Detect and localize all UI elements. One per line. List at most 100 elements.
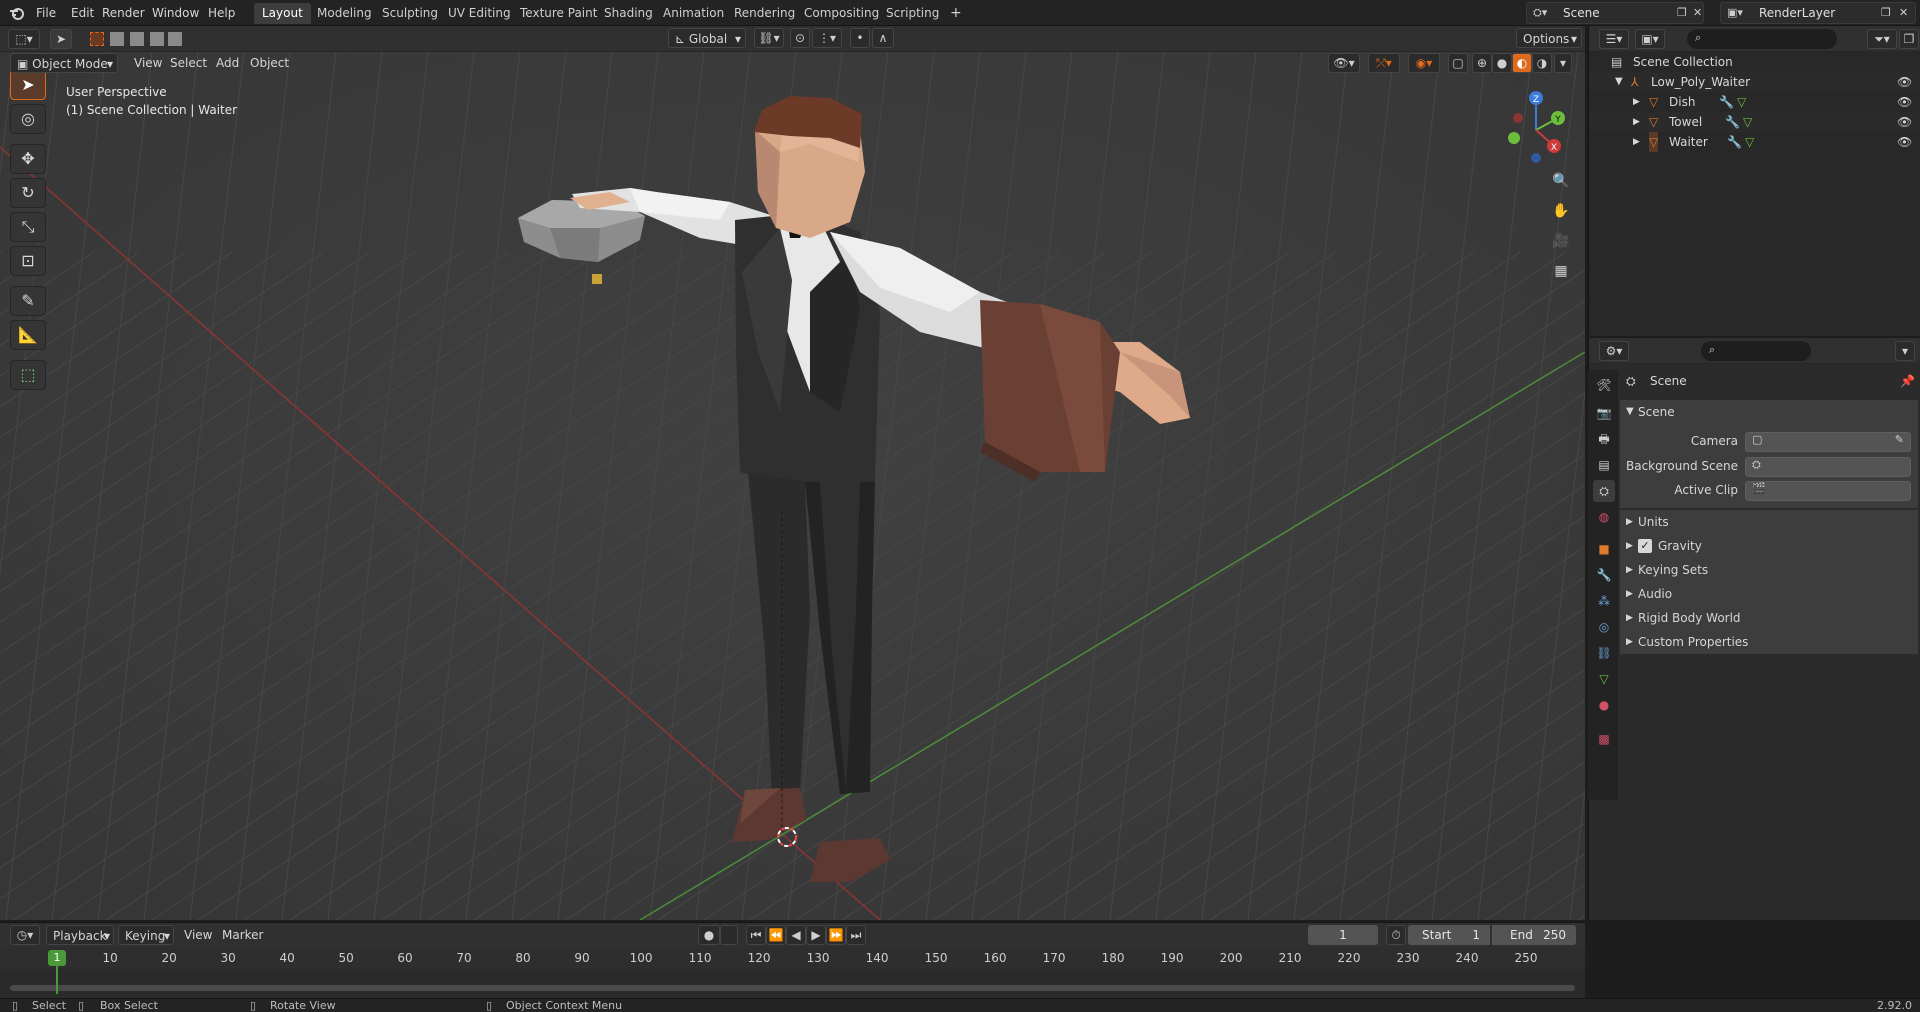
filter-icon[interactable]: ⏷▾: [1867, 29, 1897, 49]
menu-render[interactable]: Render: [98, 4, 149, 22]
jump-prev-keyframe-icon[interactable]: ⏪: [766, 925, 786, 945]
select-box-tool[interactable]: ➤: [10, 70, 46, 100]
camera-field[interactable]: ▢ ✎: [1745, 432, 1911, 452]
mesh-data-icon[interactable]: ▽: [1743, 112, 1752, 132]
current-frame-field[interactable]: 1: [1308, 925, 1378, 945]
menu-edit[interactable]: Edit: [67, 4, 98, 22]
tool-tab-icon[interactable]: 🛠: [1593, 374, 1615, 396]
units-panel-header[interactable]: ▶ Units: [1620, 510, 1918, 534]
outliner-collection-low-poly-waiter[interactable]: ▼ ⅄ Low_Poly_Waiter 👁: [1589, 72, 1920, 92]
keying-sets-panel-header[interactable]: ▶ Keying Sets: [1620, 558, 1918, 582]
tab-layout[interactable]: Layout: [254, 3, 311, 24]
play-reverse-icon[interactable]: ◀: [786, 925, 806, 945]
jump-start-icon[interactable]: ⏮: [746, 925, 766, 945]
material-shading-icon[interactable]: ◐: [1512, 53, 1532, 73]
camera-view-icon[interactable]: 🎥: [1548, 228, 1574, 254]
play-icon[interactable]: ▶: [806, 925, 826, 945]
custom-properties-panel-header[interactable]: ▶ Custom Properties: [1620, 630, 1918, 654]
pan-hand-icon[interactable]: ✋: [1548, 198, 1574, 224]
outliner-search-input[interactable]: ⌕: [1687, 29, 1837, 49]
gizmo-toggle-icon[interactable]: ⤲▾: [1368, 53, 1400, 73]
properties-options-icon[interactable]: ▾: [1895, 341, 1915, 361]
expand-arrow-icon[interactable]: ▶: [1633, 92, 1640, 112]
navigation-gizmo[interactable]: Z Y X: [1496, 86, 1576, 166]
menu-object[interactable]: Object: [244, 53, 295, 73]
jump-next-keyframe-icon[interactable]: ⏩: [826, 925, 846, 945]
mesh-data-icon[interactable]: ▽: [1737, 92, 1746, 112]
gravity-checkbox[interactable]: ✓: [1638, 539, 1652, 553]
material-tab-icon[interactable]: ●: [1593, 694, 1615, 716]
subtract-selection-icon[interactable]: [130, 32, 144, 46]
tab-shading[interactable]: Shading: [596, 3, 661, 24]
rigid-body-world-panel-header[interactable]: ▶ Rigid Body World: [1620, 606, 1918, 630]
data-tab-icon[interactable]: ▽: [1593, 668, 1615, 690]
overlay-toggle-icon[interactable]: ◉▾: [1408, 53, 1440, 73]
proportional-edit-icon[interactable]: •: [850, 28, 870, 48]
wireframe-shading-icon[interactable]: ⊕: [1472, 53, 1492, 73]
tab-uv-editing[interactable]: UV Editing: [440, 3, 519, 24]
menu-select[interactable]: Select: [164, 53, 213, 73]
scene-selector[interactable]: ⛭▾ Scene ❐ ✕: [1526, 2, 1704, 24]
zoom-icon[interactable]: 🔍: [1548, 168, 1574, 194]
set-new-selection-icon[interactable]: [90, 32, 104, 46]
select-tool-mode-icon[interactable]: ➤: [50, 29, 72, 49]
tab-compositing[interactable]: Compositing: [796, 3, 887, 24]
measure-tool[interactable]: 📐: [10, 320, 46, 350]
active-clip-field[interactable]: 🎬: [1745, 481, 1911, 501]
3d-cursor-icon[interactable]: [772, 822, 802, 852]
particles-tab-icon[interactable]: ⁂: [1593, 590, 1615, 612]
modifier-tab-icon[interactable]: 🔧: [1593, 564, 1615, 586]
render-layer-selector[interactable]: ▣▾ RenderLayer ❐ ✕: [1720, 2, 1916, 24]
render-tab-icon[interactable]: 📷: [1593, 402, 1615, 424]
outliner-item-waiter[interactable]: ▶ ▽ Waiter 🔧 ▽ 👁: [1589, 132, 1920, 152]
timeline-menu-marker[interactable]: Marker: [216, 925, 269, 945]
shading-options-icon[interactable]: ▾: [1554, 53, 1572, 73]
menu-file[interactable]: File: [32, 4, 60, 22]
playback-dropdown[interactable]: Playback ▾: [46, 925, 114, 945]
blender-logo-icon[interactable]: [8, 4, 26, 22]
snap-target-icon[interactable]: ⋮▾: [812, 28, 842, 48]
scale-tool[interactable]: ⤡: [10, 212, 46, 242]
timeline-scrollbar[interactable]: [10, 985, 1575, 991]
start-frame-field[interactable]: Start 1: [1408, 925, 1490, 945]
outliner-editor-type-icon[interactable]: ☰▾: [1599, 29, 1629, 49]
rendered-shading-icon[interactable]: ◑: [1532, 53, 1552, 73]
view-layer-tab-icon[interactable]: ▤: [1593, 454, 1615, 476]
pivot-point-icon[interactable]: ⛓▾: [754, 28, 784, 48]
scene-panel-header[interactable]: ▼ Scene: [1620, 400, 1918, 424]
tab-animation[interactable]: Animation: [655, 3, 732, 24]
tab-scripting[interactable]: Scripting: [878, 3, 947, 24]
physics-tab-icon[interactable]: ◎: [1593, 616, 1615, 638]
tab-rendering[interactable]: Rendering: [726, 3, 803, 24]
menu-window[interactable]: Window: [148, 4, 203, 22]
menu-add[interactable]: Add: [210, 53, 245, 73]
xray-toggle-icon[interactable]: ▢: [1448, 53, 1468, 73]
audio-panel-header[interactable]: ▶ Audio: [1620, 582, 1918, 606]
3d-viewport[interactable]: User Perspective (1) Scene Collection | …: [0, 52, 1585, 920]
move-tool[interactable]: ✥: [10, 144, 46, 174]
modifier-wrench-icon[interactable]: 🔧: [1727, 132, 1742, 152]
copy-scene-icon[interactable]: ❐: [1677, 6, 1687, 19]
cursor-tool[interactable]: ◎: [10, 104, 46, 134]
options-dropdown[interactable]: Options ▾: [1516, 28, 1582, 48]
expand-arrow-icon[interactable]: ▶: [1633, 132, 1640, 152]
tab-sculpting[interactable]: Sculpting: [374, 3, 446, 24]
eyedropper-icon[interactable]: ✎: [1895, 433, 1904, 446]
eye-icon[interactable]: 👁: [1897, 72, 1912, 92]
properties-search-input[interactable]: ⌕: [1701, 341, 1811, 361]
current-frame-indicator[interactable]: 1: [48, 950, 66, 966]
eye-icon[interactable]: 👁: [1897, 112, 1912, 132]
record-keyframe-icon[interactable]: ●: [698, 925, 720, 945]
add-workspace-button[interactable]: +: [942, 3, 970, 24]
intersect-selection-icon[interactable]: [168, 32, 182, 46]
delete-layer-icon[interactable]: ✕: [1899, 6, 1908, 19]
add-cube-tool[interactable]: ⬚: [10, 360, 46, 390]
selection-mode-group[interactable]: [88, 30, 184, 48]
modifier-wrench-icon[interactable]: 🔧: [1725, 112, 1740, 132]
eye-icon[interactable]: 👁: [1897, 92, 1912, 112]
auto-keying-options-icon[interactable]: [720, 925, 738, 945]
properties-editor-type-icon[interactable]: ⚙▾: [1599, 341, 1629, 361]
background-scene-field[interactable]: ⛭: [1745, 457, 1911, 477]
ortho-grid-icon[interactable]: ▦: [1548, 258, 1574, 284]
expand-arrow-icon[interactable]: ▶: [1633, 112, 1640, 132]
